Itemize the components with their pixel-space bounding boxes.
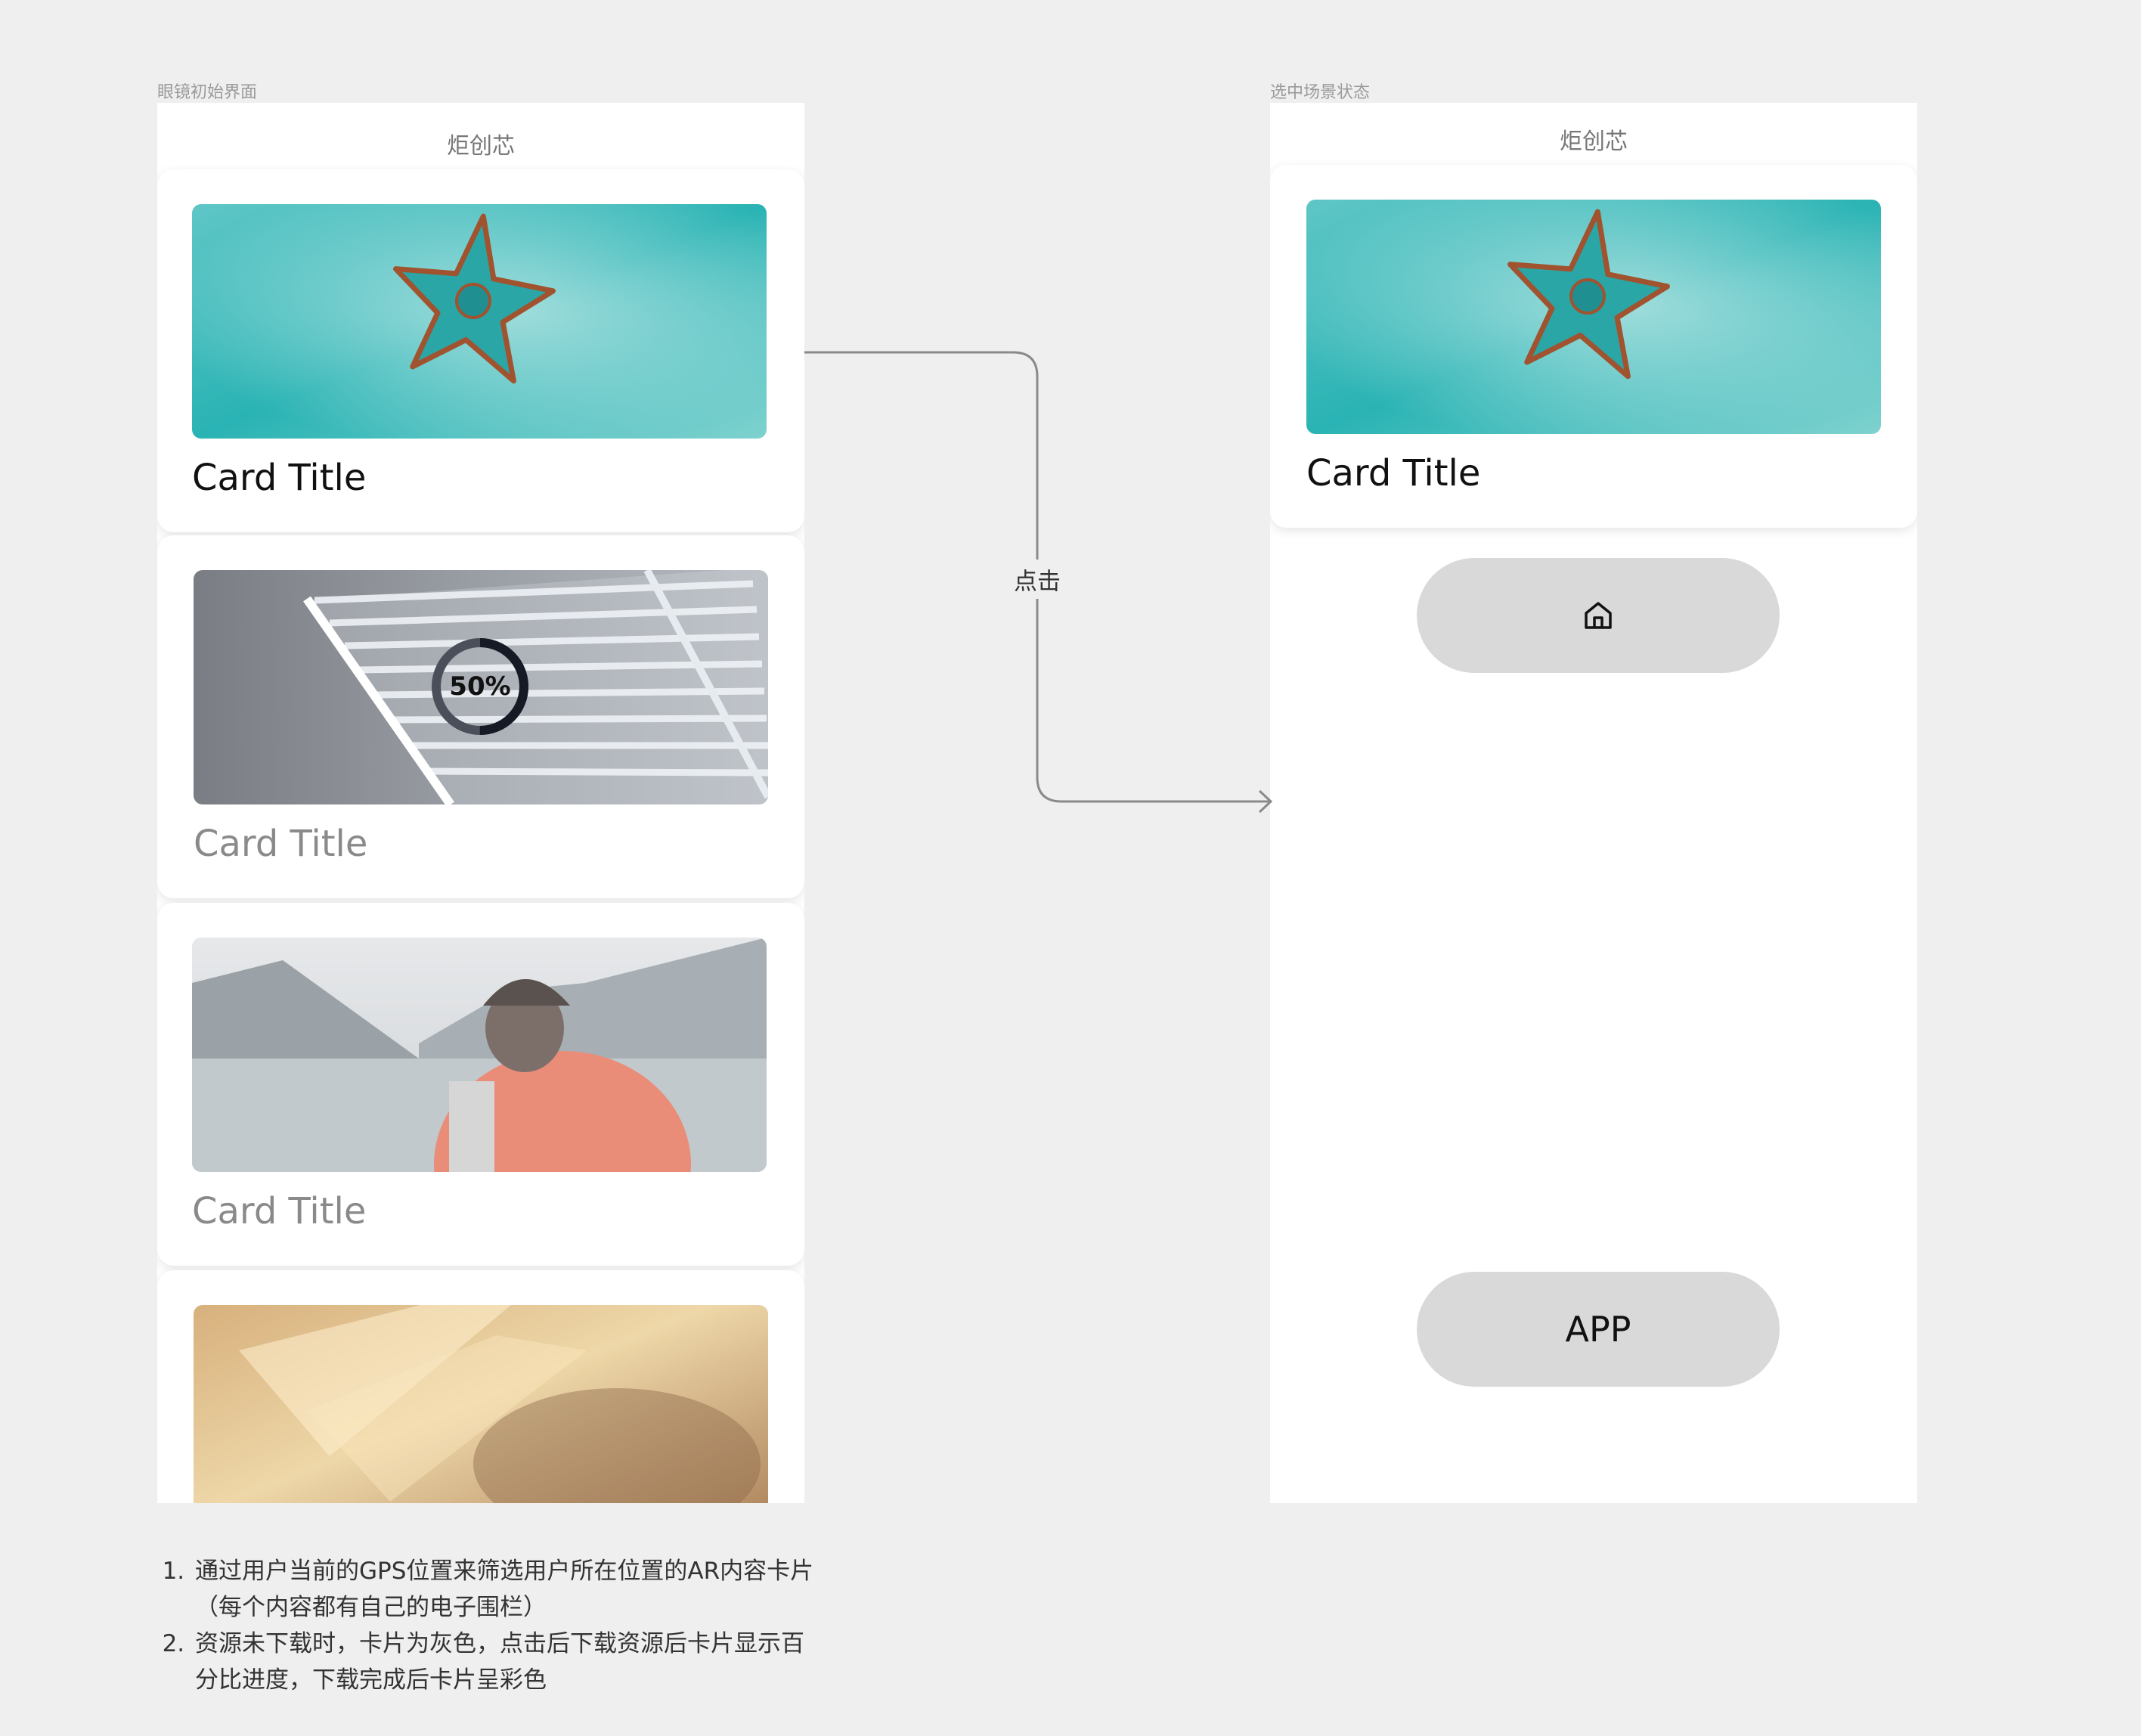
screen-title: 炬创芯 <box>1560 129 1628 155</box>
card-title: Card Title <box>194 823 368 865</box>
screen-title: 炬创芯 <box>447 133 515 160</box>
connector-label: 点击 <box>1009 560 1065 598</box>
card-title: Card Title <box>1306 452 1481 494</box>
selected-scene-card[interactable]: Card Title <box>1270 165 1917 528</box>
frame-label-selected: 选中场景状态 <box>1270 83 1371 102</box>
hiker-image <box>192 938 767 1172</box>
arrow-head-icon <box>1258 789 1273 814</box>
glasses-initial-screen: 炬创芯 Card Title 50% Card Title Card Title <box>157 103 804 1503</box>
card-title: Card Title <box>192 1190 367 1232</box>
notes: 通过用户当前的GPS位置来筛选用户所在位置的AR内容卡片（每个内容都有自己的电子… <box>162 1553 827 1698</box>
starfish-image <box>1306 200 1881 434</box>
scene-card-light[interactable] <box>157 1270 804 1503</box>
note-item: 资源未下载时，卡片为灰色，点击后下载资源后卡片显示百分比进度，下载完成后卡片呈彩… <box>192 1626 827 1698</box>
note-item: 通过用户当前的GPS位置来筛选用户所在位置的AR内容卡片（每个内容都有自己的电子… <box>192 1553 827 1626</box>
download-progress-label: 50% <box>449 671 511 702</box>
scene-card-architecture[interactable]: 50% Card Title <box>157 535 804 898</box>
card-title: Card Title <box>192 457 367 499</box>
scene-card-starfish[interactable]: Card Title <box>157 169 804 532</box>
app-button[interactable]: APP <box>1417 1272 1780 1387</box>
starfish-image <box>192 204 767 439</box>
golden-light-image <box>194 1305 768 1503</box>
app-button-label: APP <box>1565 1309 1631 1350</box>
home-button[interactable] <box>1417 558 1780 673</box>
home-icon <box>1585 602 1612 629</box>
scene-card-hiker[interactable]: Card Title <box>157 903 804 1266</box>
frame-label-initial: 眼镜初始界面 <box>157 83 258 102</box>
